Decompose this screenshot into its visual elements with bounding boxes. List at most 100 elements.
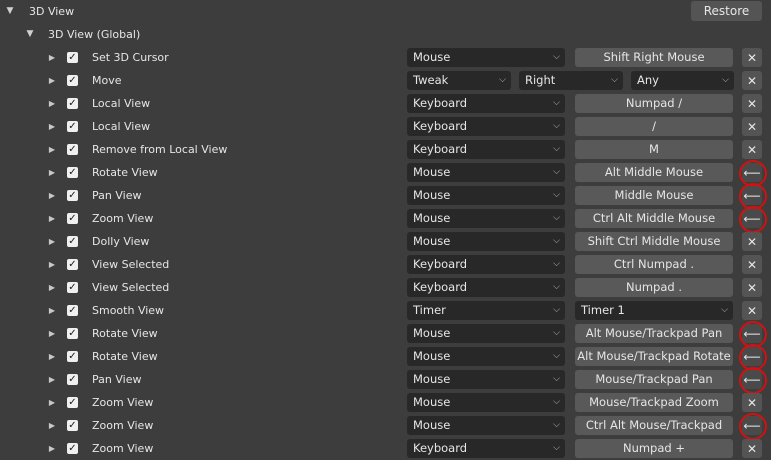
- event-type-dropdown[interactable]: Timer ⌵: [407, 301, 565, 320]
- remove-item-button[interactable]: ✕: [742, 71, 762, 90]
- restore-item-button[interactable]: ⟵: [739, 367, 767, 394]
- enable-checkbox[interactable]: ✓: [67, 213, 78, 224]
- key-binding-button[interactable]: Alt Mouse/Trackpad Rotate: [575, 347, 733, 366]
- expand-triangle-icon[interactable]: ▶: [46, 187, 58, 204]
- enable-checkbox[interactable]: ✓: [67, 190, 78, 201]
- remove-item-button[interactable]: ✕: [742, 278, 762, 297]
- event-type-dropdown[interactable]: Mouse ⌵: [407, 163, 565, 182]
- event-type-dropdown[interactable]: Mouse ⌵: [407, 209, 565, 228]
- event-type-dropdown[interactable]: Mouse ⌵: [407, 416, 565, 435]
- expand-triangle-icon[interactable]: ▶: [46, 210, 58, 227]
- event-type-dropdown[interactable]: Keyboard ⌵: [407, 117, 565, 136]
- key-binding-button[interactable]: Numpad +: [575, 439, 733, 458]
- enable-checkbox[interactable]: ✓: [67, 282, 78, 293]
- event-type-dropdown[interactable]: Keyboard ⌵: [407, 94, 565, 113]
- expand-triangle-icon[interactable]: ▶: [46, 256, 58, 273]
- expand-triangle-icon[interactable]: ▶: [46, 49, 58, 66]
- remove-item-button[interactable]: ✕: [742, 255, 762, 274]
- event-type-dropdown[interactable]: Mouse ⌵: [407, 324, 565, 343]
- event-type-dropdown[interactable]: Keyboard ⌵: [407, 255, 565, 274]
- expand-triangle-icon[interactable]: ▶: [46, 394, 58, 411]
- key-binding-button[interactable]: Middle Mouse: [575, 186, 733, 205]
- event-type-dropdown[interactable]: Keyboard ⌵: [407, 278, 565, 297]
- enable-checkbox[interactable]: ✓: [67, 328, 78, 339]
- restore-item-button[interactable]: ⟵: [739, 160, 767, 187]
- enable-checkbox[interactable]: ✓: [67, 121, 78, 132]
- event-type-dropdown[interactable]: Mouse ⌵: [407, 370, 565, 389]
- restore-button[interactable]: Restore: [691, 1, 762, 21]
- enable-checkbox[interactable]: ✓: [67, 75, 78, 86]
- key-binding-button[interactable]: Mouse/Trackpad Zoom: [575, 393, 733, 412]
- chevron-down-icon: ⌵: [553, 236, 560, 246]
- event-type-dropdown[interactable]: Mouse ⌵: [407, 48, 565, 67]
- restore-item-button[interactable]: ⟵: [739, 413, 767, 440]
- keymap-item-name: Local View: [92, 120, 151, 133]
- expand-triangle-icon[interactable]: ▶: [46, 95, 58, 112]
- tweak-modifier-dropdown[interactable]: Any ⌵: [631, 71, 734, 90]
- expand-triangle-icon[interactable]: ▶: [46, 417, 58, 434]
- remove-item-button[interactable]: ✕: [742, 94, 762, 113]
- expand-triangle-icon[interactable]: ▶: [46, 348, 58, 365]
- expand-triangle-icon[interactable]: ▶: [46, 440, 58, 457]
- enable-checkbox[interactable]: ✓: [67, 351, 78, 362]
- enable-checkbox[interactable]: ✓: [67, 420, 78, 431]
- key-binding-button[interactable]: Mouse/Trackpad Pan: [575, 370, 733, 389]
- key-binding-button[interactable]: Numpad .: [575, 278, 733, 297]
- expand-triangle-icon[interactable]: ▶: [46, 118, 58, 135]
- event-type-dropdown[interactable]: Keyboard ⌵: [407, 439, 565, 458]
- keymap-item-row: ▶ ✓ Zoom View Keyboard ⌵ Numpad + ✕: [0, 437, 771, 460]
- expand-triangle-icon[interactable]: ▶: [46, 141, 58, 158]
- remove-item-button[interactable]: ✕: [742, 439, 762, 458]
- expand-triangle-icon[interactable]: ▶: [46, 325, 58, 342]
- event-type-dropdown[interactable]: Tweak ⌵: [407, 71, 511, 90]
- remove-item-button[interactable]: ✕: [742, 140, 762, 159]
- enable-checkbox[interactable]: ✓: [67, 259, 78, 270]
- event-type-dropdown[interactable]: Mouse ⌵: [407, 347, 565, 366]
- enable-checkbox[interactable]: ✓: [67, 144, 78, 155]
- timer-dropdown[interactable]: Timer 1 ⌵: [575, 301, 733, 320]
- restore-item-button[interactable]: ⟵: [739, 321, 767, 348]
- remove-item-button[interactable]: ✕: [742, 301, 762, 320]
- expand-triangle-icon[interactable]: ▶: [46, 164, 58, 181]
- tweak-direction-dropdown[interactable]: Right ⌵: [519, 71, 623, 90]
- event-type-dropdown[interactable]: Mouse ⌵: [407, 232, 565, 251]
- section-header-3d-view[interactable]: ▼ 3D View: [0, 0, 771, 22]
- remove-item-button[interactable]: ✕: [742, 393, 762, 412]
- key-binding-button[interactable]: Alt Middle Mouse: [575, 163, 733, 182]
- enable-checkbox[interactable]: ✓: [67, 52, 78, 63]
- expand-triangle-icon[interactable]: ▶: [46, 302, 58, 319]
- enable-checkbox[interactable]: ✓: [67, 305, 78, 316]
- key-binding-button[interactable]: /: [575, 117, 733, 136]
- event-type-dropdown[interactable]: Mouse ⌵: [407, 393, 565, 412]
- key-binding-button[interactable]: M: [575, 140, 733, 159]
- key-binding-button[interactable]: Ctrl Alt Middle Mouse: [575, 209, 733, 228]
- remove-item-button[interactable]: ✕: [742, 48, 762, 67]
- restore-item-button[interactable]: ⟵: [739, 344, 767, 371]
- key-binding-button[interactable]: Alt Mouse/Trackpad Pan: [575, 324, 733, 343]
- key-binding-button[interactable]: Numpad /: [575, 94, 733, 113]
- event-type-dropdown[interactable]: Keyboard ⌵: [407, 140, 565, 159]
- expand-triangle-icon[interactable]: ▶: [46, 72, 58, 89]
- enable-checkbox[interactable]: ✓: [67, 98, 78, 109]
- restore-item-button[interactable]: ⟵: [739, 183, 767, 210]
- enable-checkbox[interactable]: ✓: [67, 397, 78, 408]
- expand-triangle-icon[interactable]: ▼: [23, 29, 37, 39]
- enable-checkbox[interactable]: ✓: [67, 167, 78, 178]
- expand-triangle-icon[interactable]: ▼: [3, 6, 17, 16]
- restore-item-button[interactable]: ⟵: [739, 206, 767, 233]
- x-icon: ✕: [746, 395, 758, 410]
- remove-item-button[interactable]: ✕: [742, 232, 762, 251]
- enable-checkbox[interactable]: ✓: [67, 374, 78, 385]
- expand-triangle-icon[interactable]: ▶: [46, 279, 58, 296]
- remove-item-button[interactable]: ✕: [742, 117, 762, 136]
- expand-triangle-icon[interactable]: ▶: [46, 233, 58, 250]
- enable-checkbox[interactable]: ✓: [67, 236, 78, 247]
- enable-checkbox[interactable]: ✓: [67, 443, 78, 454]
- key-binding-button[interactable]: Ctrl Alt Mouse/Trackpad Pan: [575, 416, 733, 451]
- event-type-dropdown[interactable]: Mouse ⌵: [407, 186, 565, 205]
- key-binding-button[interactable]: Ctrl Numpad .: [575, 255, 733, 274]
- key-binding-button[interactable]: Shift Ctrl Middle Mouse: [575, 232, 733, 251]
- key-binding-button[interactable]: Shift Right Mouse: [575, 48, 733, 67]
- subsection-header-3d-view-global[interactable]: ▼ 3D View (Global): [0, 23, 771, 45]
- expand-triangle-icon[interactable]: ▶: [46, 371, 58, 388]
